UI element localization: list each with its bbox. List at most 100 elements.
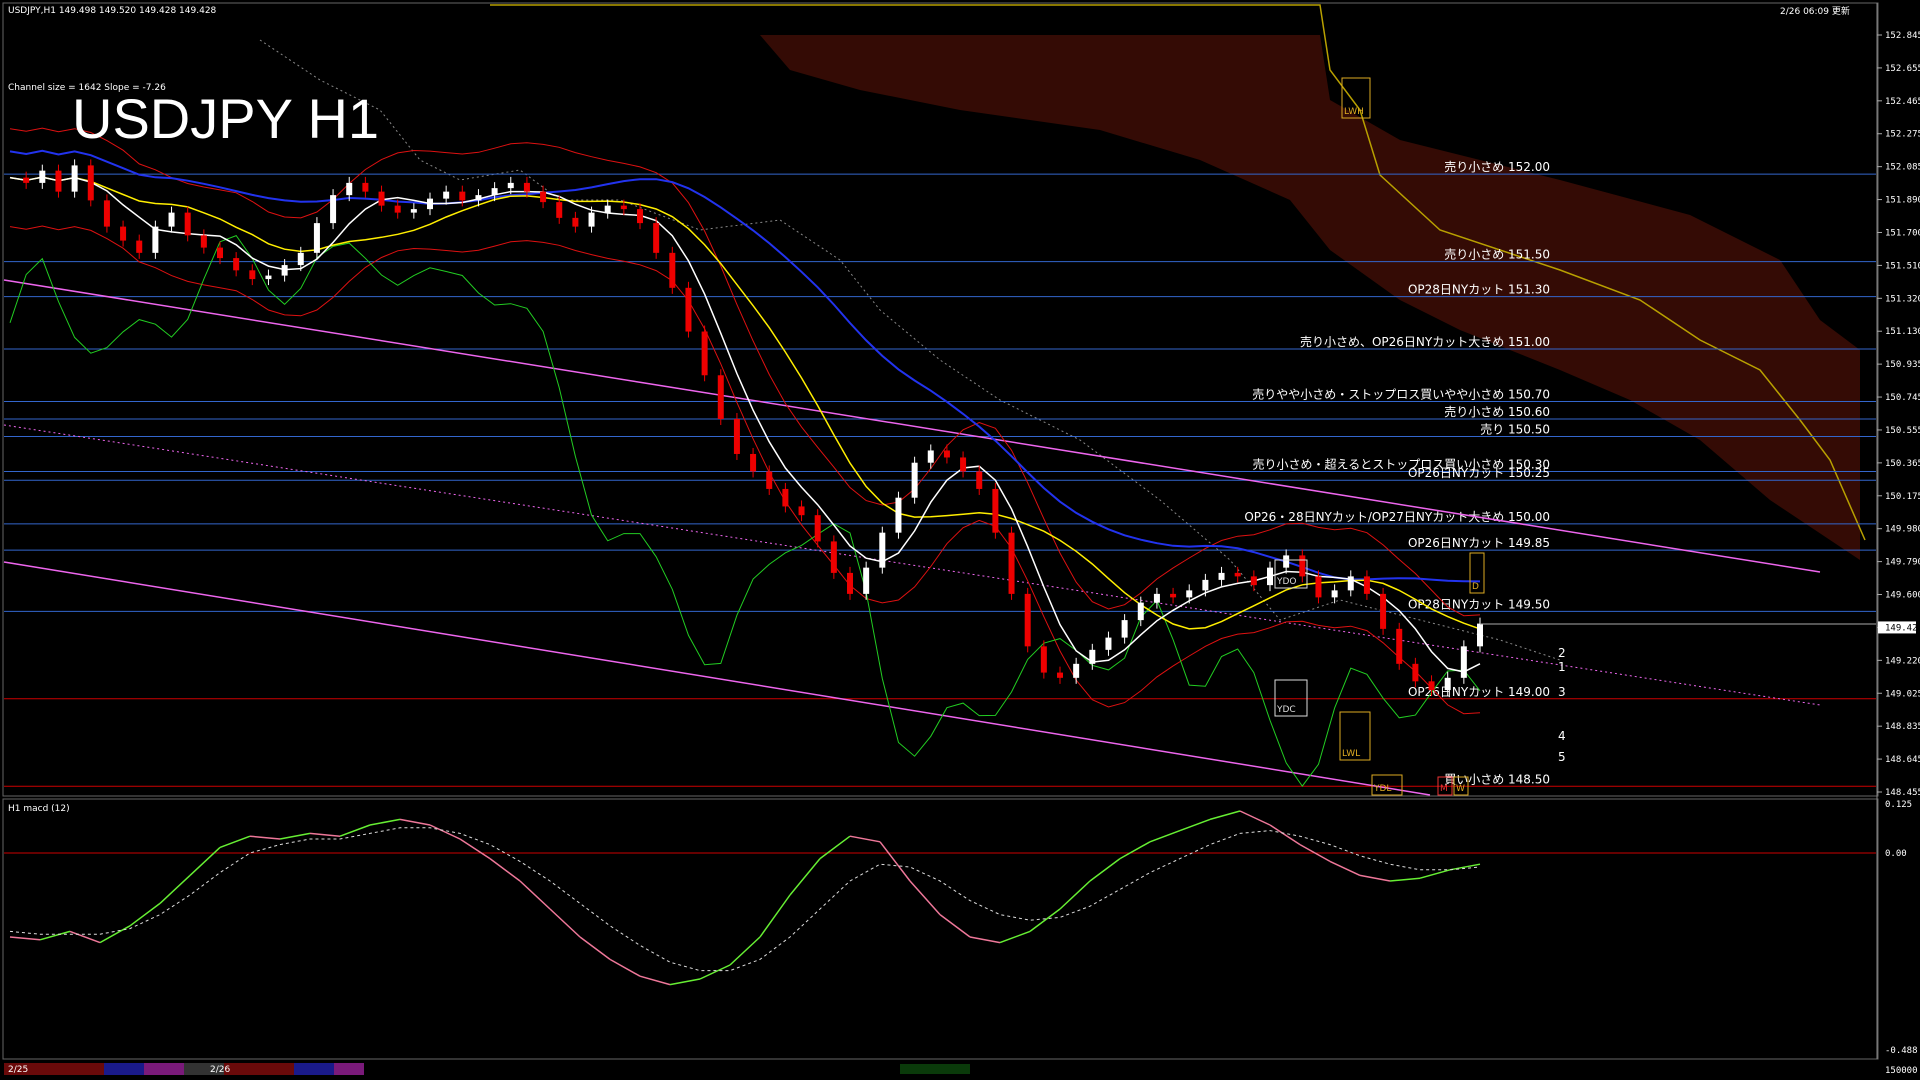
chart-title: USDJPY H1 xyxy=(72,87,379,150)
candle-body xyxy=(1299,555,1306,577)
candle-body xyxy=(297,252,304,266)
candle-body xyxy=(1234,572,1241,577)
candle-body xyxy=(1202,579,1209,591)
candle-body xyxy=(782,488,789,507)
macd-segment xyxy=(1119,841,1151,860)
candle-body xyxy=(346,182,353,196)
candle-body xyxy=(1412,663,1419,682)
bollinger-upper xyxy=(9,127,1481,617)
tick-label: 150.555 xyxy=(1885,426,1920,436)
candle-body xyxy=(830,541,837,573)
macd-segment xyxy=(1419,869,1451,879)
candle-body xyxy=(556,202,563,218)
candle-body xyxy=(491,188,498,196)
date-label-2: 2/26 xyxy=(210,1065,230,1075)
marker-label: YDO xyxy=(1276,577,1297,587)
candle-body xyxy=(879,532,886,568)
candle-body xyxy=(750,453,757,472)
tick-label: 150.935 xyxy=(1885,360,1920,370)
candle-body xyxy=(911,462,918,498)
candle-body xyxy=(1380,593,1387,629)
candle-body xyxy=(378,191,385,206)
macd-segment xyxy=(789,858,821,896)
tick-label: 149.600 xyxy=(1885,591,1920,601)
candle-body xyxy=(847,572,853,594)
projection-label: 5 xyxy=(1558,750,1566,764)
candle-body xyxy=(330,195,337,224)
marker-label: D xyxy=(1472,582,1479,592)
candle-body xyxy=(701,331,708,376)
level-label: OP28日NYカット 149.50 xyxy=(1408,597,1550,611)
candle-body xyxy=(637,209,643,224)
candle-body xyxy=(103,200,110,227)
kumo-upper xyxy=(760,35,1860,560)
candle-body xyxy=(943,450,950,458)
marker-label: LWH xyxy=(1344,107,1364,117)
candle-body xyxy=(1460,646,1467,678)
candle-body xyxy=(1089,649,1096,664)
macd-segment xyxy=(429,824,461,840)
macd-segment xyxy=(1089,857,1121,882)
macd-segment xyxy=(489,857,521,882)
level-label: OP26日NYカット 150.25 xyxy=(1408,466,1550,480)
candle-body xyxy=(814,515,821,542)
candle-body xyxy=(895,497,902,533)
level-label: 売り小さめ 152.00 xyxy=(1444,159,1550,174)
marker-label: YDC xyxy=(1276,705,1296,715)
macd-segment xyxy=(1389,877,1421,882)
tick-label: 148.835 xyxy=(1885,722,1920,732)
candle-body xyxy=(1331,590,1338,598)
candle-body xyxy=(249,270,256,280)
macd-tick-label: 0.00 xyxy=(1885,849,1907,859)
tick-label: 149.790 xyxy=(1885,558,1920,568)
tick-label: 149.980 xyxy=(1885,525,1920,535)
level-label: 売り 150.50 xyxy=(1480,421,1550,436)
candle-body xyxy=(1444,677,1451,691)
marker-label: YDL xyxy=(1373,784,1391,794)
projection-label: 2 xyxy=(1558,646,1566,660)
price-axis-ticks: 152.845 152.655 152.465 152.275 152.085 151.8… xyxy=(1877,31,1920,798)
macd-segment xyxy=(669,978,701,986)
candle-body xyxy=(120,226,127,241)
usdjpy-h1-chart[interactable]: 売り小さめ 152.00 売り小さめ 151.50 OP28日NYカット 151.3… xyxy=(0,0,1920,1080)
tick-label: 151.890 xyxy=(1885,196,1920,206)
candle-body xyxy=(588,212,595,227)
macd-segment xyxy=(609,958,641,977)
candle-body xyxy=(927,450,934,463)
macd-segment xyxy=(9,936,41,941)
candle-body xyxy=(427,198,433,210)
candle-body xyxy=(394,205,401,213)
tick-label: 151.700 xyxy=(1885,228,1920,238)
tick-label: 152.465 xyxy=(1885,97,1920,107)
macd-segment xyxy=(879,841,911,882)
candle-body xyxy=(152,226,159,253)
macd-tick-label: -0.488 xyxy=(1885,1046,1918,1056)
candle-body xyxy=(39,170,46,183)
candle-body xyxy=(960,457,967,472)
macd-segment xyxy=(189,846,221,876)
tick-label: 149.428 xyxy=(1885,623,1920,633)
macd-segment xyxy=(159,874,191,904)
macd-tick-label: 150000 xyxy=(1885,1066,1918,1076)
candle-body xyxy=(733,418,740,454)
macd-segment xyxy=(1239,810,1271,826)
candle-body xyxy=(1137,602,1144,621)
macd-segment xyxy=(399,818,431,826)
macd-segment xyxy=(219,835,251,849)
macd-segment xyxy=(519,880,551,910)
candle-body xyxy=(217,247,223,259)
macd-segment xyxy=(909,880,941,916)
candle-body xyxy=(443,191,450,199)
symbol-info: USDJPY,H1 149.498 149.520 149.428 149.42… xyxy=(8,6,217,16)
candle-body xyxy=(572,217,579,227)
candle-body xyxy=(1073,663,1080,678)
candle-body xyxy=(1347,576,1354,591)
tick-label: 152.845 xyxy=(1885,31,1920,41)
candle-body xyxy=(281,265,288,276)
macd-segment xyxy=(39,930,71,941)
macd-tick-label: 0.125 xyxy=(1885,800,1912,810)
candle-body xyxy=(1428,681,1435,691)
macd-segment xyxy=(1359,874,1391,882)
macd-segment xyxy=(1269,824,1301,846)
candle-body xyxy=(200,235,207,248)
